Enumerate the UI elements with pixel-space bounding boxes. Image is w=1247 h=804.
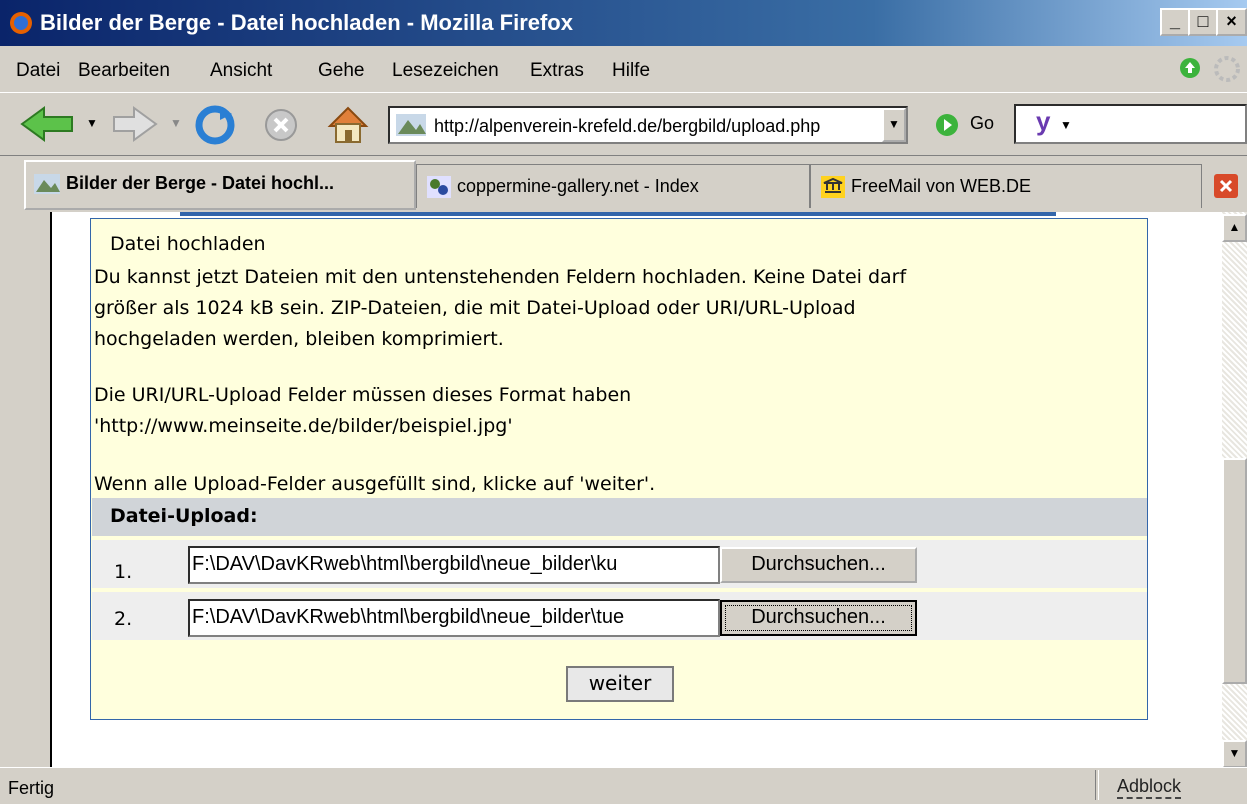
throbber-icon [1214,56,1240,82]
reload-icon[interactable] [194,104,236,146]
url-format-line-1: Die URI/URL-Upload Felder müssen dieses … [94,384,632,406]
page-heading: Datei hochladen [110,233,266,255]
tab-coppermine[interactable]: coppermine-gallery.net - Index [416,164,810,208]
url-text: http://alpenverein-krefeld.de/bergbild/u… [434,116,821,136]
update-icon[interactable] [1178,56,1202,80]
tab-favicon-icon [34,174,60,194]
upload-panel [90,218,1148,720]
webde-favicon-icon [821,176,845,198]
menu-datei[interactable]: Datei [16,60,60,82]
page-top-border [180,212,1056,216]
menu-lesezeichen[interactable]: Lesezeichen [392,60,499,82]
status-divider [1095,770,1099,800]
home-icon[interactable] [326,104,370,146]
firefox-app-icon [10,12,32,34]
forward-arrow-icon[interactable] [110,104,160,144]
window-title: Bilder der Berge - Datei hochladen - Moz… [40,10,573,35]
url-format-line-2: 'http://www.meinseite.de/bilder/beispiel… [94,415,513,437]
browse-button-1[interactable]: Durchsuchen... [720,547,917,583]
close-button[interactable]: × [1216,8,1247,36]
file-input-2[interactable]: F:\DAV\DavKRweb\html\bergbild\neue_bilde… [188,599,720,637]
tab-bilder-der-berge[interactable]: Bilder der Berge - Datei hochl... [24,160,416,210]
back-arrow-icon[interactable] [18,104,78,144]
row-number: 2. [114,608,133,630]
menu-hilfe[interactable]: Hilfe [612,60,650,82]
menu-extras[interactable]: Extras [530,60,584,82]
forward-dropdown-icon[interactable]: ▼ [170,116,182,130]
intro-line-2: größer als 1024 kB sein. ZIP-Dateien, di… [94,297,856,319]
upload-section-title: Datei-Upload: [110,505,258,527]
scrollbar-thumb[interactable] [1222,458,1247,684]
go-icon[interactable] [934,112,960,138]
tab-label: Bilder der Berge - Datei hochl... [66,173,335,193]
search-engine-icon: y [1036,106,1051,136]
coppermine-favicon-icon [427,176,451,198]
instruction-text: Wenn alle Upload-Felder ausgefüllt sind,… [94,473,656,495]
stop-icon[interactable] [262,106,300,144]
scroll-down-button[interactable]: ▼ [1222,740,1247,768]
intro-line-1: Du kannst jetzt Dateien mit den untenste… [94,266,907,288]
site-favicon-icon [396,114,426,136]
intro-line-3: hochgeladen werden, bleiben komprimiert. [94,328,504,350]
minimize-button[interactable]: _ [1160,8,1190,36]
status-bar [0,767,1247,804]
url-input[interactable]: http://alpenverein-krefeld.de/bergbild/u… [388,106,908,144]
tab-webde[interactable]: FreeMail von WEB.DE [810,164,1202,208]
status-text: Fertig [8,778,55,798]
row-number: 1. [114,561,133,583]
tab-label: coppermine-gallery.net - Index [457,176,699,196]
close-tab-icon[interactable] [1214,174,1238,198]
go-button[interactable]: Go [970,113,994,134]
tab-label: FreeMail von WEB.DE [851,176,1032,196]
menu-bearbeiten[interactable]: Bearbeiten [78,60,170,82]
continue-button[interactable]: weiter [566,666,674,702]
search-input[interactable]: y ▼ [1014,104,1247,144]
url-dropdown-button[interactable]: ▼ [882,108,906,142]
adblock-status[interactable]: Adblock [1117,776,1182,799]
back-dropdown-icon[interactable]: ▼ [86,116,98,130]
menu-ansicht[interactable]: Ansicht [210,60,272,82]
scroll-up-button[interactable]: ▲ [1222,214,1247,242]
search-engine-dropdown-icon[interactable]: ▼ [1060,118,1072,132]
browse-button-2[interactable]: Durchsuchen... [720,600,917,636]
file-input-1[interactable]: F:\DAV\DavKRweb\html\bergbild\neue_bilde… [188,546,720,584]
menu-gehe[interactable]: Gehe [318,60,364,82]
maximize-button[interactable]: □ [1188,8,1218,36]
